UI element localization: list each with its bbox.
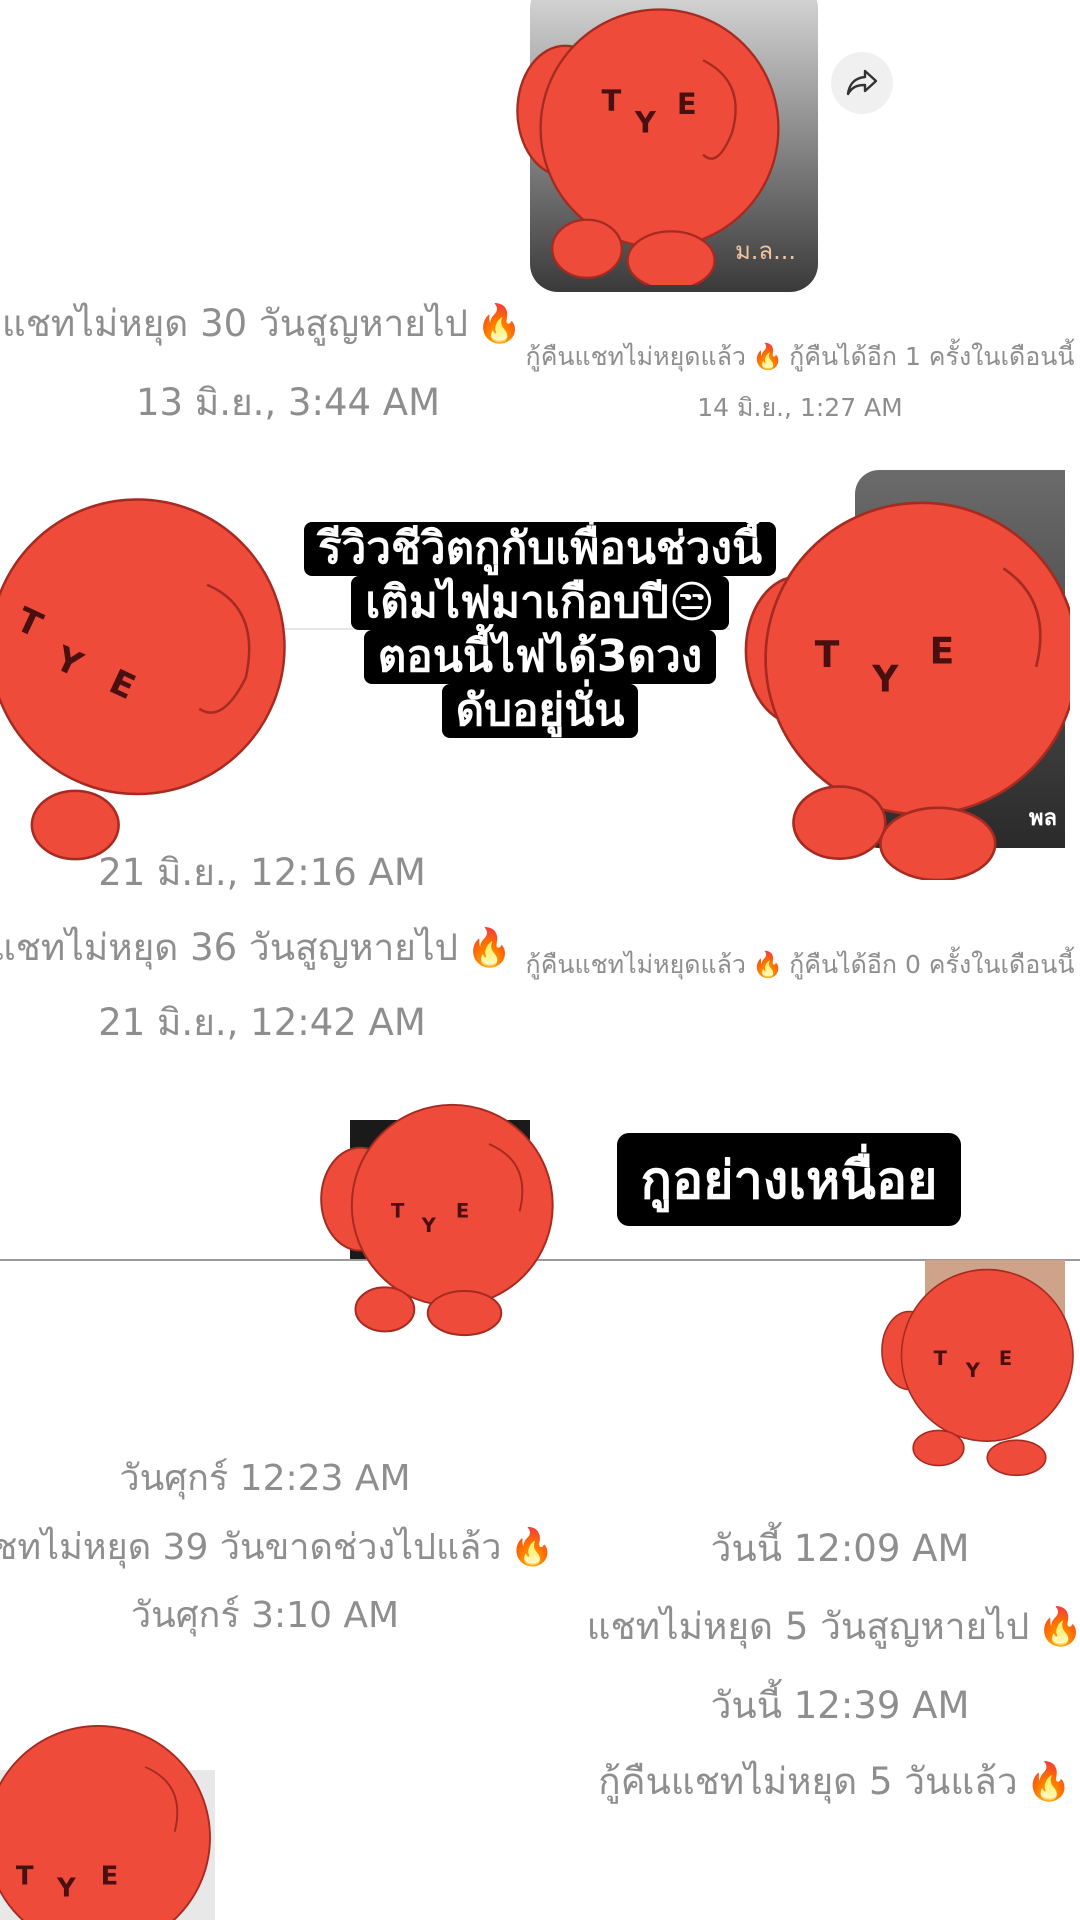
video-caption-2: กูอย่างเหนื่อย <box>617 1133 961 1226</box>
caption-line: ดับอยู่นั่น <box>441 684 639 738</box>
svg-text:E: E <box>101 1862 119 1892</box>
streak-restored-0: กู้คืนแชทไม่หยุดแล้ว 🔥 กู้คืนได้อีก 0 ครั้… <box>525 950 1075 979</box>
flame-icon: 🔥 <box>751 342 784 371</box>
svg-text:Y: Y <box>965 1359 981 1382</box>
caption-line: รีวิวชีวิตกูกับเพื่อนช่วงนี้ <box>303 522 777 576</box>
tye-sticker: T Y E <box>470 0 820 285</box>
streak-restored-1: กู้คืนแชทไม่หยุดแล้ว 🔥 กู้คืนได้อีก 1 ครั้… <box>525 342 1075 371</box>
svg-text:T: T <box>602 84 622 118</box>
share-icon <box>846 69 878 96</box>
flame-icon: 🔥 <box>751 950 784 979</box>
flame-icon: 🔥 <box>1025 1760 1072 1803</box>
flame-icon: 🔥 <box>476 302 523 345</box>
flame-icon: 🔥 <box>466 926 513 969</box>
timestamp: วันศุกร์ 12:23 AM <box>119 1458 411 1499</box>
video-caption: รีวิวชีวิตกูกับเพื่อนช่วงนี้ เติมไฟมาเกื… <box>260 522 820 738</box>
svg-text:T: T <box>391 1200 405 1223</box>
streak-broken-39: แชทไม่หยุด 39 วันขาดช่วงไปแล้ว 🔥 <box>0 1527 555 1568</box>
streak-lost-36: แชทไม่หยุด 36 วันสูญหายไป 🔥 <box>0 926 513 969</box>
timestamp: วันศุกร์ 3:10 AM <box>130 1595 400 1636</box>
svg-text:T: T <box>815 634 840 676</box>
tye-sticker: T Y E <box>0 475 300 865</box>
svg-text:Y: Y <box>634 106 657 140</box>
streak-lost-5: แชทไม่หยุด 5 วันสูญหายไป 🔥 <box>587 1608 1080 1645</box>
timestamp: 13 มิ.ย., 3:44 AM <box>135 381 441 424</box>
svg-text:E: E <box>999 1347 1012 1370</box>
share-button[interactable] <box>831 52 893 114</box>
svg-text:T: T <box>16 1862 34 1892</box>
timestamp: วันนี้ 12:39 AM <box>710 1684 970 1727</box>
timestamp: 21 มิ.ย., 12:42 AM <box>98 1001 426 1044</box>
tye-sticker: T Y E <box>740 470 1070 880</box>
svg-text:T: T <box>934 1347 948 1370</box>
flame-icon: 🔥 <box>1037 1605 1080 1648</box>
streak-lost-30: แชทไม่หยุด 30 วันสูญหายไป 🔥 <box>1 302 523 345</box>
svg-text:Y: Y <box>871 658 899 700</box>
timestamp: 14 มิ.ย., 1:27 AM <box>697 393 903 422</box>
svg-text:E: E <box>930 631 955 673</box>
svg-text:E: E <box>456 1200 469 1223</box>
tye-sticker: T Y E <box>315 1095 565 1340</box>
caption-line: ตอนนี้ไฟได้3ดวง <box>363 630 717 684</box>
svg-text:Y: Y <box>421 1214 437 1237</box>
flame-icon: 🔥 <box>509 1527 555 1568</box>
caption-line: เติมไฟมาเกือบปี😒 <box>351 576 729 630</box>
timestamp: วันนี้ 12:09 AM <box>710 1527 970 1570</box>
tye-sticker: T Y E <box>880 1255 1075 1485</box>
svg-text:E: E <box>677 87 697 121</box>
streak-restored-5: กู้คืนแชทไม่หยุด 5 วันแล้ว 🔥 <box>598 1760 1072 1803</box>
tye-sticker: T Y E <box>0 1720 230 1920</box>
svg-text:Y: Y <box>56 1873 76 1903</box>
